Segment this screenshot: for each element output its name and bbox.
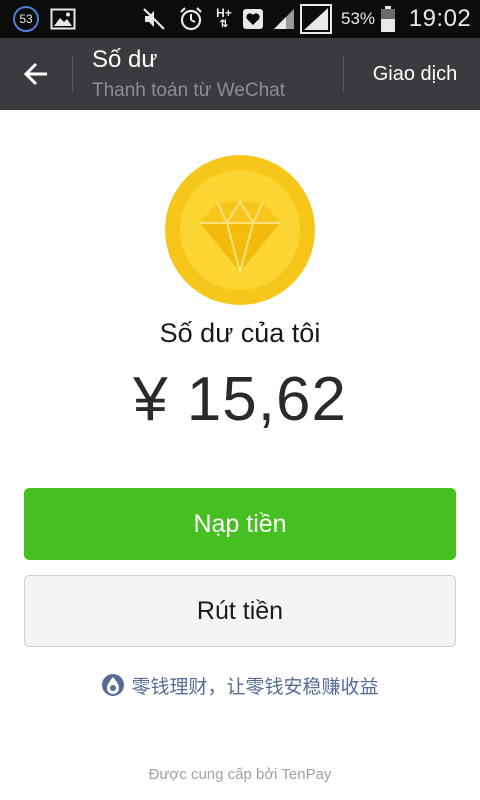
signal-icon (270, 0, 298, 38)
clock-time: 19:02 (408, 5, 472, 32)
back-button[interactable] (0, 38, 72, 110)
network-type-label: H+ (216, 6, 232, 20)
transactions-button[interactable]: Giao dịch (350, 38, 480, 110)
data-arrows-icon: ⇅ (219, 19, 229, 30)
wealth-promo-text: 零钱理财，让零钱安稳赚收益 (131, 675, 379, 698)
page-title: Số dư (92, 46, 158, 73)
battery-icon (380, 0, 396, 38)
balance-amount: ¥ 15,62 (133, 365, 347, 434)
battery-percent: 53% (340, 9, 376, 28)
licaitong-icon (102, 674, 125, 696)
alarm-icon (176, 0, 206, 38)
powered-by-footer: Được cung cấp bởi TenPay (148, 766, 332, 783)
signal-icon (298, 0, 334, 38)
top-up-button[interactable]: Nạp tiền (24, 488, 456, 560)
heart-icon (240, 0, 266, 38)
withdraw-button[interactable]: Rút tiền (24, 575, 456, 647)
action-bar: Số dư Thanh toán từ WeChat Giao dịch (0, 38, 480, 110)
mute-icon (140, 0, 168, 38)
notification-badge-icon: 53 (10, 0, 42, 38)
network-h-plus-icon: H+ ⇅ (212, 0, 236, 38)
wealth-promo-link[interactable]: 零钱理财，让零钱安稳赚收益 (0, 670, 480, 700)
balance-label: Số dư của tôi (159, 318, 321, 348)
gallery-icon (48, 0, 78, 38)
page-subtitle: Thanh toán từ WeChat (92, 80, 285, 101)
arrow-left-icon (23, 62, 47, 86)
divider (72, 56, 73, 92)
status-bar: 53 H+ ⇅ 53% 19:02 (0, 0, 480, 38)
notification-count: 53 (13, 6, 39, 32)
divider (343, 56, 344, 92)
diamond-coin-icon (165, 155, 315, 305)
